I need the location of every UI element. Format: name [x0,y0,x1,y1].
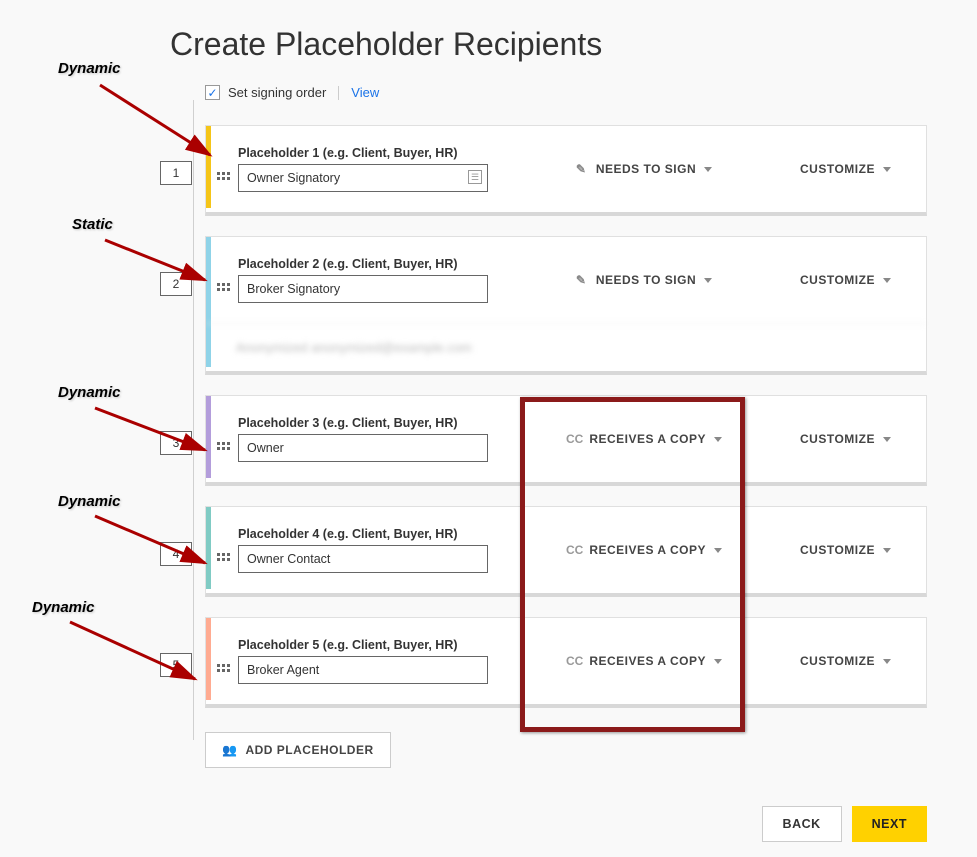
order-box[interactable]: 5 [160,653,192,677]
recipient-card: Placeholder 2 (e.g. Client, Buyer, HR) ✎… [205,236,927,375]
accent-bar [206,618,211,700]
placeholder-name-input[interactable] [238,545,488,573]
drag-handle-icon[interactable] [216,428,230,450]
signing-order-label: Set signing order [228,85,326,100]
action-dropdown[interactable]: CC RECEIVES A COPY [566,654,722,668]
recipient-card: Placeholder 4 (e.g. Client, Buyer, HR) C… [205,506,927,597]
customize-label: CUSTOMIZE [800,273,875,287]
order-box[interactable]: 1 [160,161,192,185]
accent-bar [206,507,211,589]
chevron-down-icon [883,437,891,442]
drag-handle-icon[interactable] [216,539,230,561]
annotation-label-dynamic-3: Dynamic [58,384,121,401]
chevron-down-icon [883,659,891,664]
add-placeholder-label: ADD PLACEHOLDER [245,743,373,757]
action-dropdown[interactable]: CC RECEIVES A COPY [566,543,722,557]
drag-handle-icon[interactable] [216,269,230,291]
recipient-card: Placeholder 5 (e.g. Client, Buyer, HR) C… [205,617,927,708]
chevron-down-icon [704,167,712,172]
pen-icon: ✎ [576,273,590,287]
chevron-down-icon [883,278,891,283]
pen-icon: ✎ [576,162,590,176]
next-button[interactable]: NEXT [852,806,927,842]
contacts-icon[interactable]: ☰ [468,170,482,184]
customize-label: CUSTOMIZE [800,543,875,557]
action-label: NEEDS TO SIGN [596,273,696,287]
recipient-card: Placeholder 3 (e.g. Client, Buyer, HR) C… [205,395,927,486]
signing-order-row: ✓ Set signing order View [205,85,379,100]
chevron-down-icon [714,659,722,664]
order-box[interactable]: 3 [160,431,192,455]
action-dropdown[interactable]: ✎ NEEDS TO SIGN [576,273,712,287]
action-label: RECEIVES A COPY [589,432,706,446]
placeholder-name-input[interactable] [238,434,488,462]
page-title: Create Placeholder Recipients [170,26,602,63]
annotation-label-dynamic-1: Dynamic [58,60,121,77]
divider [338,86,339,100]
placeholder-label: Placeholder 5 (e.g. Client, Buyer, HR) [238,638,488,652]
customize-label: CUSTOMIZE [800,162,875,176]
chevron-down-icon [883,167,891,172]
placeholder-name-input[interactable] [238,275,488,303]
action-dropdown[interactable]: CC RECEIVES A COPY [566,432,722,446]
chevron-down-icon [883,548,891,553]
order-box[interactable]: 2 [160,272,192,296]
accent-bar [206,396,211,478]
placeholder-label: Placeholder 2 (e.g. Client, Buyer, HR) [238,257,488,271]
order-box[interactable]: 4 [160,542,192,566]
action-label: RECEIVES A COPY [589,543,706,557]
customize-dropdown[interactable]: CUSTOMIZE [800,432,910,446]
drag-handle-icon[interactable] [216,650,230,672]
annotation-label-dynamic-4: Dynamic [58,493,121,510]
cc-icon: CC [566,432,583,446]
accent-bar [206,126,211,208]
action-label: NEEDS TO SIGN [596,162,696,176]
add-placeholder-button[interactable]: 👥 ADD PLACEHOLDER [205,732,391,768]
placeholder-name-input[interactable] [238,656,488,684]
customize-dropdown[interactable]: CUSTOMIZE [800,162,910,176]
placeholder-label: Placeholder 4 (e.g. Client, Buyer, HR) [238,527,488,541]
chevron-down-icon [714,437,722,442]
back-button[interactable]: BACK [762,806,842,842]
customize-dropdown[interactable]: CUSTOMIZE [800,654,910,668]
customize-dropdown[interactable]: CUSTOMIZE [800,273,910,287]
placeholder-label: Placeholder 3 (e.g. Client, Buyer, HR) [238,416,488,430]
annotation-label-static: Static [72,216,113,233]
chevron-down-icon [714,548,722,553]
signing-order-checkbox[interactable]: ✓ [205,85,220,100]
recipient-list: 1 Placeholder 1 (e.g. Client, Buyer, HR)… [160,125,927,768]
cc-icon: CC [566,543,583,557]
action-dropdown[interactable]: ✎ NEEDS TO SIGN [576,162,712,176]
customize-label: CUSTOMIZE [800,654,875,668]
annotation-label-dynamic-5: Dynamic [32,599,95,616]
placeholder-name-input[interactable] [238,164,488,192]
customize-label: CUSTOMIZE [800,432,875,446]
action-label: RECEIVES A COPY [589,654,706,668]
placeholder-label: Placeholder 1 (e.g. Client, Buyer, HR) [238,146,488,160]
recipient-card: Placeholder 1 (e.g. Client, Buyer, HR) ☰… [205,125,927,216]
view-link[interactable]: View [351,85,379,100]
add-person-icon: 👥 [222,743,237,757]
recipient-detail-blurred: Anonymized anonymized@example.com [206,323,926,371]
chevron-down-icon [704,278,712,283]
drag-handle-icon[interactable] [216,158,230,180]
footer-buttons: BACK NEXT [762,806,927,842]
cc-icon: CC [566,654,583,668]
customize-dropdown[interactable]: CUSTOMIZE [800,543,910,557]
